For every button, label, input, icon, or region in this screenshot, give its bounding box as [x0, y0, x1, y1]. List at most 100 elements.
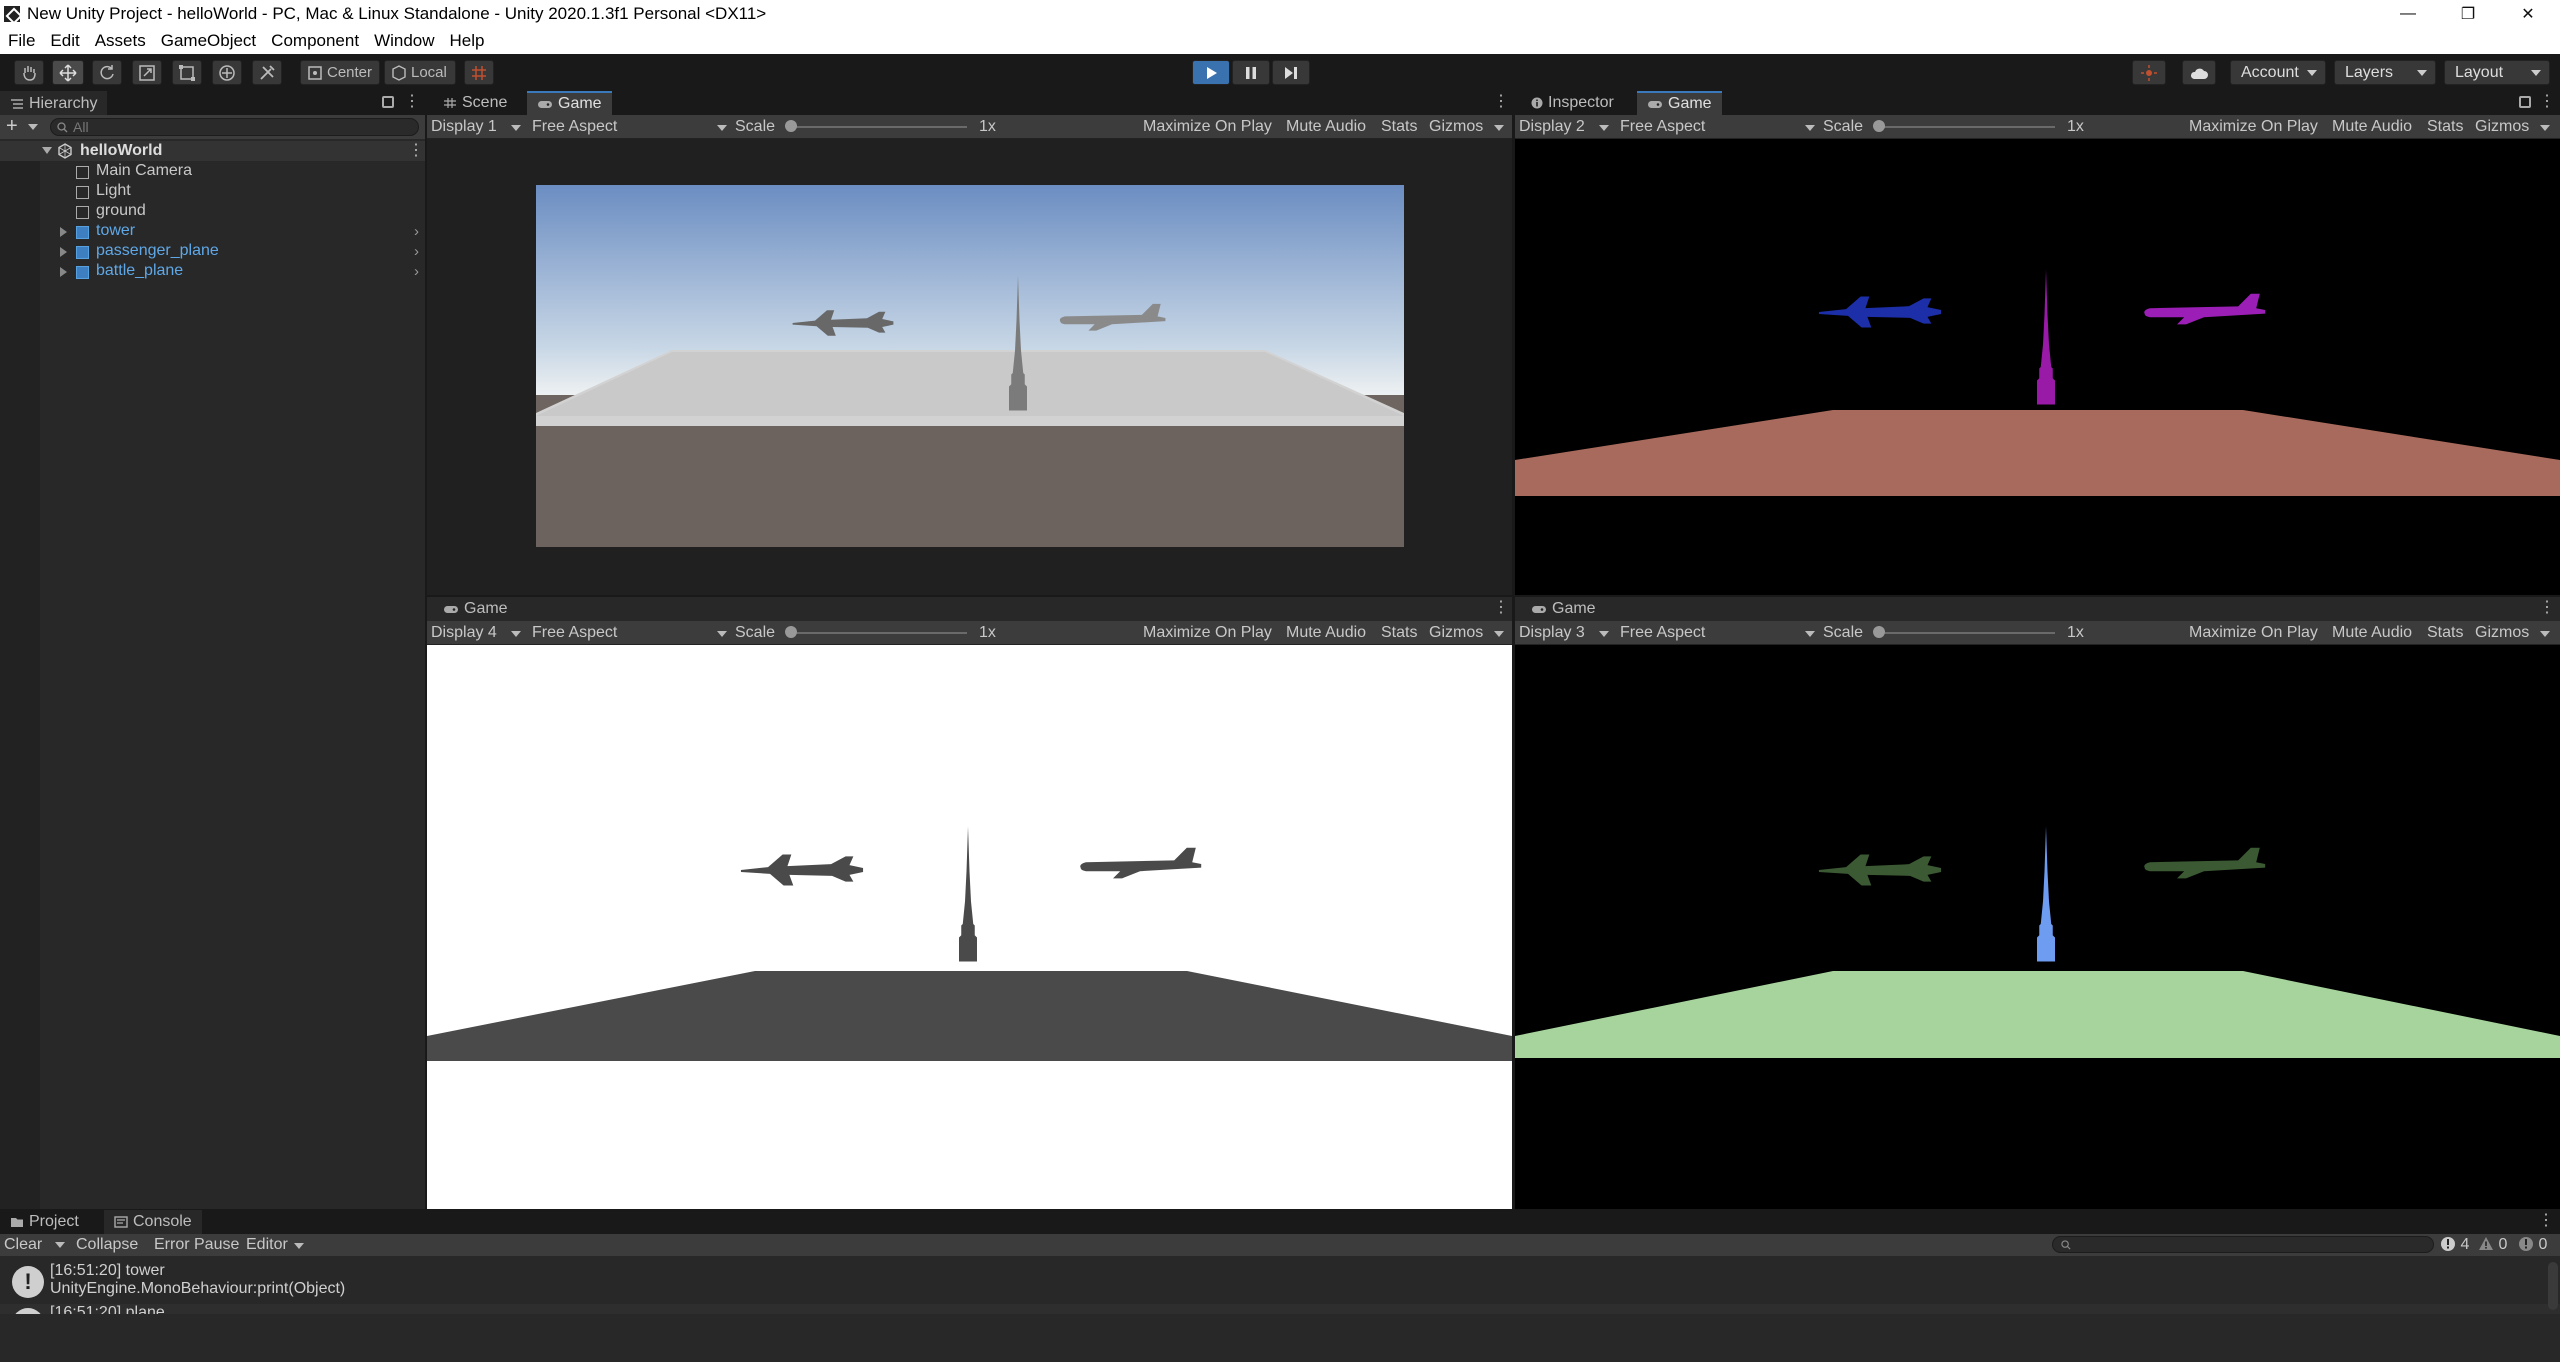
more-options-icon[interactable]: ⋮	[404, 94, 420, 110]
more-options-icon[interactable]: ⋮	[2539, 600, 2555, 616]
collapse-toggle[interactable]: Collapse	[76, 1236, 138, 1254]
scale-slider[interactable]	[1877, 126, 2055, 128]
more-options-icon[interactable]: ⋮	[1493, 600, 1509, 616]
collab-button[interactable]	[2132, 60, 2166, 85]
transform-tool-button[interactable]	[212, 60, 242, 85]
tab-game[interactable]: Game	[1637, 91, 1722, 115]
warning-count-toggle[interactable]: 0	[2478, 1236, 2507, 1254]
scale-slider-handle[interactable]	[785, 626, 797, 638]
lock-icon[interactable]	[382, 96, 394, 108]
menu-component[interactable]: Component	[271, 31, 359, 51]
menu-edit[interactable]: Edit	[50, 31, 79, 51]
scale-slider-handle[interactable]	[785, 120, 797, 132]
display-dropdown[interactable]: Display 2	[1519, 118, 1610, 136]
hierarchy-item-battle-plane[interactable]: battle_plane ›	[0, 261, 425, 281]
custom-tools-button[interactable]	[252, 60, 282, 85]
clear-button[interactable]: Clear	[4, 1236, 42, 1254]
tab-game[interactable]: Game	[527, 91, 612, 115]
chevron-down-icon[interactable]	[55, 1242, 65, 1248]
hierarchy-item-tower[interactable]: tower ›	[0, 221, 425, 241]
menu-window[interactable]: Window	[374, 31, 434, 51]
expand-arrow-icon[interactable]	[60, 227, 67, 237]
pause-button[interactable]	[1232, 60, 1270, 85]
more-options-icon[interactable]: ⋮	[2538, 1213, 2554, 1229]
pivot-space-button[interactable]: Local	[384, 60, 456, 85]
scale-slider[interactable]	[789, 126, 967, 128]
gizmos-dropdown[interactable]: Gizmos	[2475, 118, 2550, 136]
game-viewport[interactable]	[1515, 140, 2560, 595]
display-dropdown[interactable]: Display 1	[431, 118, 522, 136]
mute-audio-toggle[interactable]: Mute Audio	[1286, 118, 1366, 136]
chevron-right-icon[interactable]: ›	[414, 263, 419, 280]
game-viewport[interactable]	[427, 140, 1512, 595]
gizmos-dropdown[interactable]: Gizmos	[1429, 624, 1504, 642]
console-scrollbar[interactable]	[2548, 1262, 2558, 1310]
console-search-input[interactable]	[2052, 1236, 2434, 1253]
scene-row[interactable]: helloWorld ⋮	[0, 141, 425, 161]
editor-dropdown[interactable]: Editor	[246, 1236, 305, 1254]
mute-audio-toggle[interactable]: Mute Audio	[2332, 118, 2412, 136]
move-tool-button[interactable]	[52, 60, 84, 85]
game-viewport[interactable]	[427, 646, 1512, 1209]
stats-toggle[interactable]: Stats	[2427, 118, 2463, 136]
maximize-on-play-toggle[interactable]: Maximize On Play	[1143, 118, 1272, 136]
chevron-right-icon[interactable]: ›	[414, 223, 419, 240]
maximize-on-play-toggle[interactable]: Maximize On Play	[2189, 118, 2318, 136]
tab-project[interactable]: Project	[0, 1210, 89, 1234]
scale-tool-button[interactable]	[132, 60, 162, 85]
lock-icon[interactable]	[2519, 96, 2531, 108]
account-dropdown[interactable]: Account	[2230, 60, 2326, 85]
error-pause-toggle[interactable]: Error Pause	[154, 1236, 239, 1254]
mute-audio-toggle[interactable]: Mute Audio	[2332, 624, 2412, 642]
hierarchy-item-light[interactable]: Light	[0, 181, 425, 201]
maximize-on-play-toggle[interactable]: Maximize On Play	[2189, 624, 2318, 642]
scale-slider-handle[interactable]	[1873, 626, 1885, 638]
display-dropdown[interactable]: Display 4	[431, 624, 522, 642]
expand-arrow-icon[interactable]	[42, 147, 52, 154]
mute-audio-toggle[interactable]: Mute Audio	[1286, 624, 1366, 642]
chevron-down-icon[interactable]	[28, 124, 38, 130]
expand-arrow-icon[interactable]	[60, 267, 67, 277]
maximize-on-play-toggle[interactable]: Maximize On Play	[1143, 624, 1272, 642]
hierarchy-item-ground[interactable]: ground	[0, 201, 425, 221]
console-log-entry[interactable]: ! [16:51:20] tower UnityEngine.MonoBehav…	[0, 1262, 2560, 1302]
log-count-toggle[interactable]: 4	[2440, 1236, 2469, 1254]
aspect-dropdown[interactable]: Free Aspect	[1620, 624, 1820, 642]
console-log-entry[interactable]: ! [16:51:20] plane	[0, 1304, 2560, 1314]
hierarchy-search-input[interactable]: All	[50, 118, 419, 136]
aspect-dropdown[interactable]: Free Aspect	[1620, 118, 1820, 136]
more-options-icon[interactable]: ⋮	[408, 143, 424, 159]
layers-dropdown[interactable]: Layers	[2334, 60, 2436, 85]
gizmos-dropdown[interactable]: Gizmos	[2475, 624, 2550, 642]
aspect-dropdown[interactable]: Free Aspect	[532, 118, 732, 136]
aspect-dropdown[interactable]: Free Aspect	[532, 624, 732, 642]
more-options-icon[interactable]: ⋮	[2539, 94, 2555, 110]
play-button[interactable]	[1192, 60, 1230, 85]
chevron-right-icon[interactable]: ›	[414, 243, 419, 260]
menu-assets[interactable]: Assets	[95, 31, 146, 51]
hierarchy-item-passenger-plane[interactable]: passenger_plane ›	[0, 241, 425, 261]
scale-slider-handle[interactable]	[1873, 120, 1885, 132]
stats-toggle[interactable]: Stats	[2427, 624, 2463, 642]
layout-dropdown[interactable]: Layout	[2444, 60, 2550, 85]
hierarchy-item-main-camera[interactable]: Main Camera	[0, 161, 425, 181]
rect-tool-button[interactable]	[172, 60, 202, 85]
more-options-icon[interactable]: ⋮	[1493, 94, 1509, 110]
menu-help[interactable]: Help	[450, 31, 485, 51]
tab-scene[interactable]: Scene	[433, 91, 517, 115]
tab-game[interactable]: Game	[1521, 597, 1606, 621]
error-count-toggle[interactable]: 0	[2518, 1236, 2547, 1254]
scale-slider[interactable]	[1877, 632, 2055, 634]
hand-tool-button[interactable]	[14, 60, 44, 85]
minimize-button[interactable]: —	[2380, 0, 2436, 28]
restore-button[interactable]: ❐	[2440, 0, 2496, 28]
tab-inspector[interactable]: Inspector	[1521, 91, 1624, 115]
cloud-button[interactable]	[2182, 60, 2216, 85]
tab-game[interactable]: Game	[433, 597, 518, 621]
step-button[interactable]	[1272, 60, 1310, 85]
add-object-button[interactable]: +	[6, 115, 18, 138]
game-viewport[interactable]	[1515, 646, 2560, 1209]
close-button[interactable]: ✕	[2500, 0, 2556, 28]
stats-toggle[interactable]: Stats	[1381, 118, 1417, 136]
tab-console[interactable]: Console	[104, 1210, 202, 1234]
